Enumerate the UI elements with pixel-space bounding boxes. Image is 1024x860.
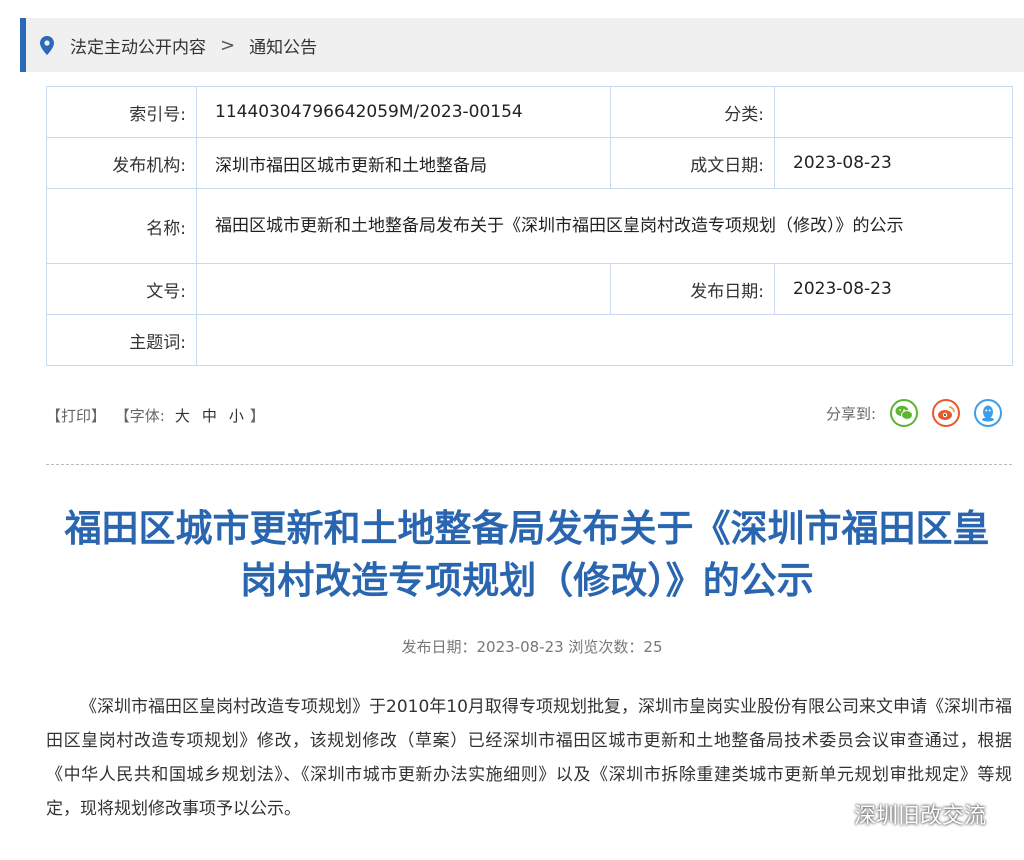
font-small-button[interactable]: 小 [229, 407, 244, 425]
wechat-watermark-icon [820, 800, 846, 828]
name-label: 名称: [46, 188, 197, 264]
article-title-line1: 福田区城市更新和土地整备局发布关于《深圳市福田区皇 [64, 507, 990, 550]
publisher-value: 深圳市福田区城市更新和土地整备局 [196, 137, 611, 189]
pub-date-value: 2023-08-23 [774, 263, 1013, 315]
article-title: 福田区城市更新和土地整备局发布关于《深圳市福田区皇 岗村改造专项规划（修改）》的… [30, 503, 1024, 607]
category-value [774, 86, 1013, 138]
font-size-prefix: 【字体: [114, 407, 165, 425]
watermark-text: 深圳旧改交流 [853, 804, 986, 829]
font-large-button[interactable]: 大 [175, 407, 190, 425]
article-tools: 【打印】 【字体: 大中小】 [46, 405, 269, 426]
keywords-label: 主题词: [46, 314, 197, 366]
publisher-label: 发布机构: [46, 137, 197, 189]
breadcrumb-item-disclosure[interactable]: 法定主动公开内容 [70, 33, 206, 58]
index-value: 11440304796642059M/2023-00154 [196, 86, 611, 138]
document-meta-table: 索引号: 11440304796642059M/2023-00154 分类: 发… [46, 86, 1013, 366]
wechat-icon[interactable] [890, 399, 918, 427]
qq-icon[interactable] [974, 399, 1002, 427]
docno-value [196, 263, 611, 315]
article-title-line2: 岗村改造专项规划（修改）》的公示 [240, 559, 814, 602]
article-pub-info: 发布日期：2023-08-23 浏览次数：25 [401, 638, 663, 656]
share-label: 分享到: [825, 404, 876, 423]
breadcrumb-separator-icon: > [220, 34, 236, 56]
docno-label: 文号: [46, 263, 197, 315]
name-value: 福田区城市更新和土地整备局发布关于《深圳市福田区皇岗村改造专项规划（修改）》的公… [196, 188, 1013, 264]
pub-date-label: 发布日期: [610, 263, 775, 315]
divider [46, 464, 1012, 465]
keywords-value [196, 314, 1013, 366]
breadcrumb: 法定主动公开内容 > 通知公告 [20, 18, 1024, 72]
font-size-suffix: 】 [249, 407, 265, 425]
print-button[interactable]: 【打印】 [46, 407, 106, 425]
share-bar: 分享到: [826, 399, 1002, 427]
written-date-value: 2023-08-23 [774, 137, 1013, 189]
index-label: 索引号: [46, 86, 197, 138]
watermark: 深圳旧改交流 [820, 798, 986, 830]
weibo-icon[interactable] [932, 399, 960, 427]
font-medium-button[interactable]: 中 [202, 407, 217, 425]
written-date-label: 成文日期: [610, 137, 775, 189]
location-pin-icon [38, 34, 56, 56]
breadcrumb-item-notice[interactable]: 通知公告 [249, 33, 317, 58]
category-label: 分类: [610, 86, 775, 138]
